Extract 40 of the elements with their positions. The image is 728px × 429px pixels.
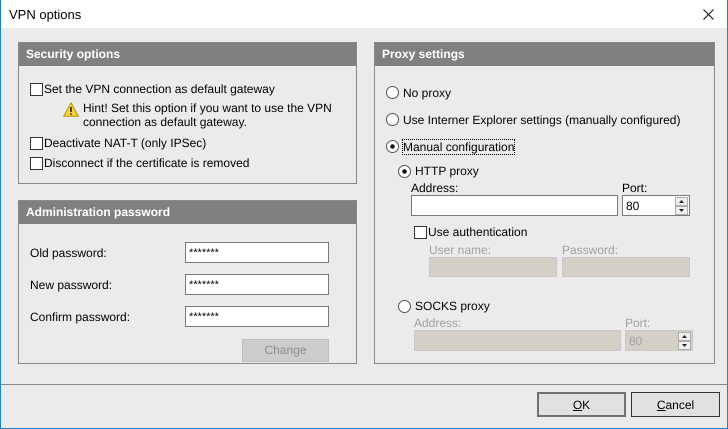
password-field[interactable]: ******* (185, 242, 329, 264)
field-label: Confirm password: (30, 310, 132, 324)
panel-header: Administration password (19, 200, 356, 224)
radio-label: No proxy (403, 86, 452, 100)
radio-button[interactable] (386, 86, 399, 99)
checkbox-label: Set the VPN connection as default gateway (44, 82, 275, 96)
radio-label: Manual configuration (403, 140, 514, 154)
radio-button[interactable] (386, 113, 399, 126)
field-label: Address: (411, 182, 460, 195)
password-field[interactable]: ******* (185, 306, 329, 328)
radio-button[interactable] (386, 140, 399, 153)
dialog-button[interactable]: OK (537, 392, 626, 417)
checkbox-label: Disconnect if the certificate is removed (44, 156, 250, 170)
radio-label: Use Interner Explorer settings (manually configured) (403, 112, 680, 126)
checkbox-label: Deactivate NAT-T (only IPSec) (44, 136, 206, 150)
field-label: New password: (30, 278, 114, 292)
checkbox[interactable] (414, 226, 427, 238)
panel-header: Security options (19, 43, 356, 66)
checkbox-label: Use authentication (428, 225, 528, 239)
port-spinner[interactable]: 80 (622, 195, 690, 216)
checkbox[interactable] (30, 156, 43, 170)
field-label: User name: (429, 244, 492, 257)
warning-icon (63, 102, 79, 117)
dialog-button[interactable]: Cancel (631, 392, 720, 417)
address-field[interactable] (411, 195, 618, 216)
hint-text: Hint! Set this option if you want to use the VPN connection as default gateway. (83, 101, 333, 129)
radio-label: SOCKS proxy (415, 299, 490, 313)
radio-button[interactable] (398, 164, 411, 178)
field-label: Old password: (30, 246, 108, 260)
checkbox[interactable] (30, 136, 43, 150)
field-label: Port: (625, 317, 652, 330)
field-label: Port: (622, 182, 648, 195)
radio-label: HTTP proxy (415, 164, 479, 178)
panel-header: Proxy settings (375, 43, 714, 66)
checkbox[interactable] (30, 82, 43, 96)
password-field[interactable]: ******* (185, 274, 329, 296)
field-label: Password: (562, 244, 620, 257)
close-icon[interactable] (703, 8, 714, 20)
field-label: Address: (414, 317, 462, 330)
window-title: VPN options (9, 6, 82, 22)
